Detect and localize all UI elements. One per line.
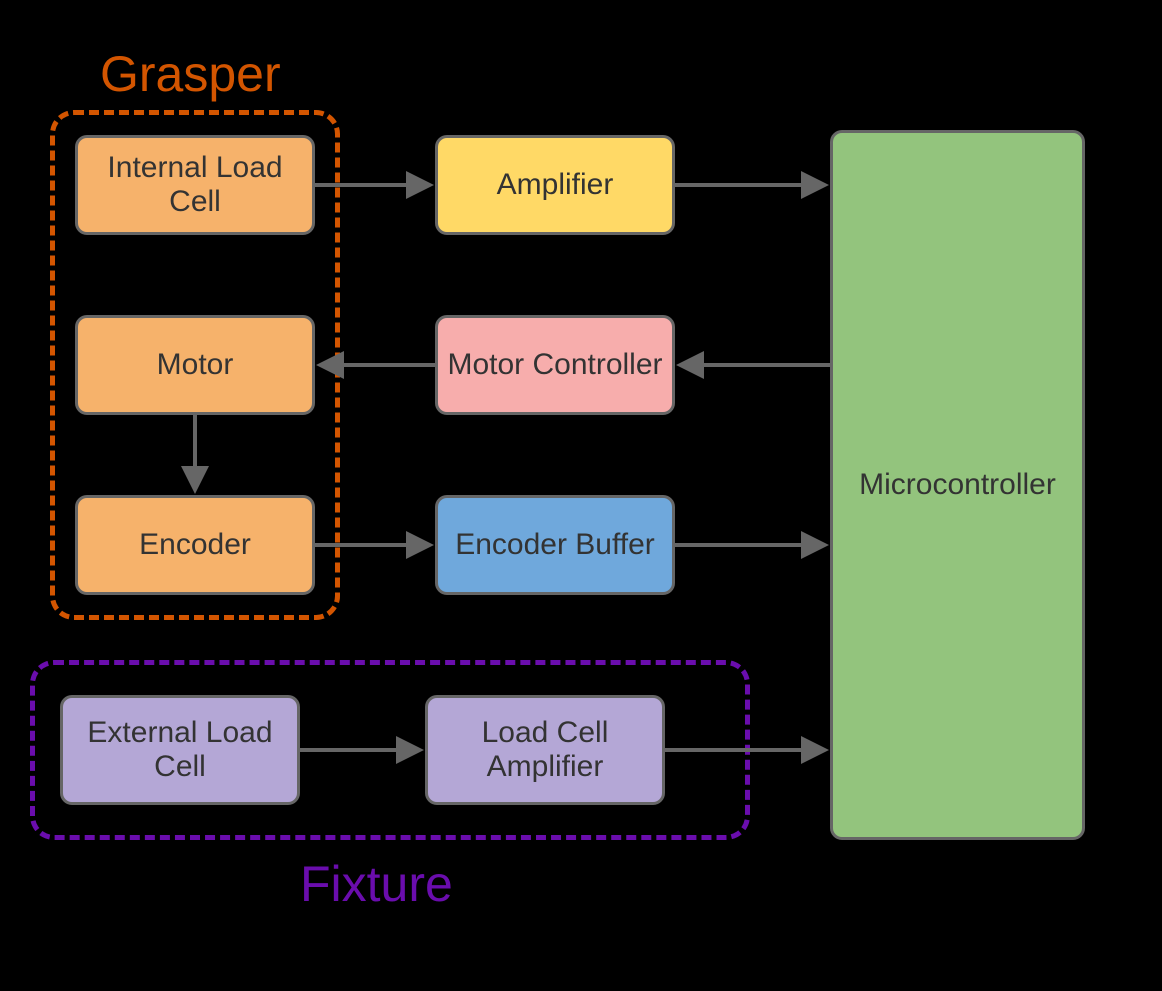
internal-load-cell-block: Internal Load Cell	[75, 135, 315, 235]
microcontroller-block: Microcontroller	[830, 130, 1085, 840]
encoder-block: Encoder	[75, 495, 315, 595]
amplifier-block: Amplifier	[435, 135, 675, 235]
motor-block: Motor	[75, 315, 315, 415]
encoder-buffer-block: Encoder Buffer	[435, 495, 675, 595]
fixture-group-label: Fixture	[300, 855, 453, 913]
diagram-canvas: Grasper Fixture Internal Load Cell Motor…	[0, 0, 1162, 991]
external-load-cell-block: External Load Cell	[60, 695, 300, 805]
load-cell-amplifier-block: Load Cell Amplifier	[425, 695, 665, 805]
grasper-group-label: Grasper	[100, 45, 281, 103]
motor-controller-block: Motor Controller	[435, 315, 675, 415]
